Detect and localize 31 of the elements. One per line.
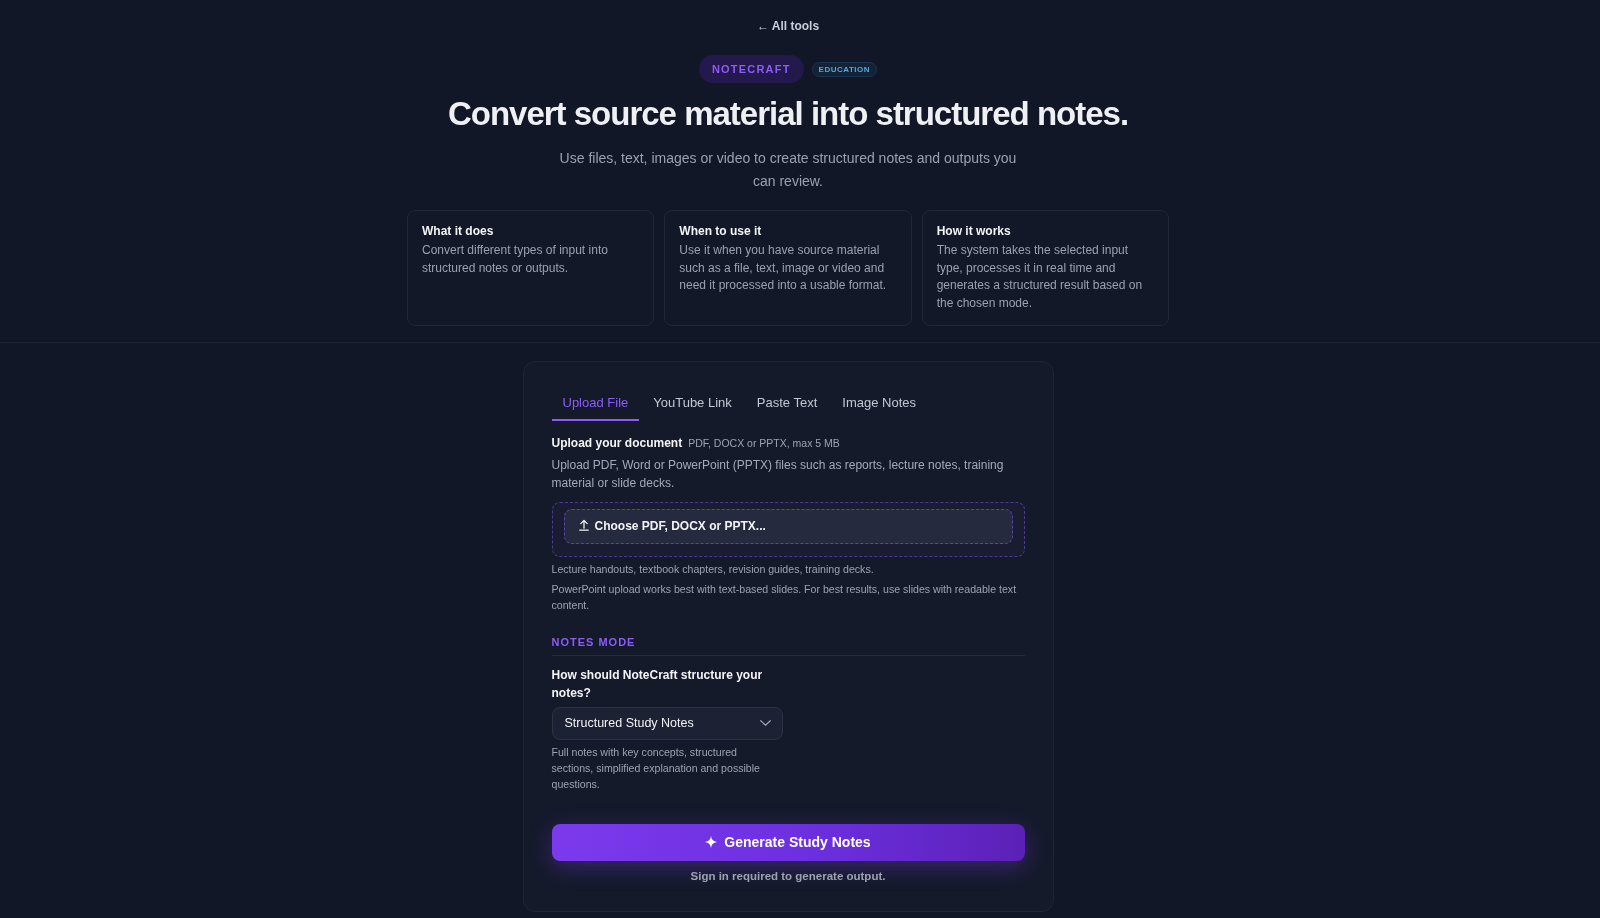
tab[interactable]: Image Notes <box>831 385 927 421</box>
mode-question: How should NoteCraft structure your notes? <box>551 666 764 702</box>
brand-badge: NOTECRAFT <box>698 55 804 83</box>
upload-note: PowerPoint upload works best with text-based slides. For best results, use slides with readable text content. <box>551 581 1018 613</box>
info-card-text: The system takes the selected input type, processes it in real time and generates a structured result based on the chosen mode. <box>936 242 1144 313</box>
mode-select[interactable]: Structured Study Notes <box>551 706 783 740</box>
mode-description: Full notes with key concepts, structured sections, simplified explanation and possible questions. <box>551 744 761 792</box>
info-card-text: Use it when you have source material such as a file, text, image or video and need it processed into a usable format. <box>679 242 888 295</box>
upload-hint: PDF, DOCX or PPTX, max 5 MB <box>688 435 840 451</box>
tab[interactable]: Paste Text <box>745 385 829 421</box>
back-link[interactable]: ← All tools <box>756 18 820 35</box>
tab[interactable]: YouTube Link <box>642 385 743 421</box>
info-card-title: How it works <box>936 223 1012 239</box>
tab[interactable]: Upload File <box>551 385 640 421</box>
section-heading: NOTES MODE <box>551 634 637 649</box>
generate-button[interactable]: Generate Study Notes <box>551 823 1025 861</box>
chevron-down-icon <box>759 720 771 727</box>
choose-file-button[interactable]: Choose PDF, DOCX or PPTX... <box>563 508 1013 544</box>
upload-label: Upload your document <box>551 434 683 451</box>
upload-dropzone[interactable]: Choose PDF, DOCX or PPTX... <box>551 501 1025 557</box>
upload-note: Lecture handouts, textbook chapters, revision guides, training decks. <box>551 561 875 577</box>
upload-icon <box>578 518 589 531</box>
upload-description: Upload PDF, Word or PowerPoint (PPTX) files such as reports, lecture notes, training material or slide decks. <box>551 456 1005 492</box>
info-card-text: Convert different types of input into structured notes or outputs. <box>422 242 609 277</box>
category-badge: EDUCATION <box>811 61 878 77</box>
page-title: Convert source material into structured notes. <box>447 94 1129 134</box>
sign-in-note: Sign in required to generate output. <box>689 868 887 884</box>
info-card-title: When to use it <box>679 223 763 239</box>
sparkle-icon <box>705 836 718 849</box>
page-subtitle: Use files, text, images or video to create structured notes and outputs you can review. <box>558 148 1018 191</box>
info-card-title: What it does <box>422 223 495 239</box>
